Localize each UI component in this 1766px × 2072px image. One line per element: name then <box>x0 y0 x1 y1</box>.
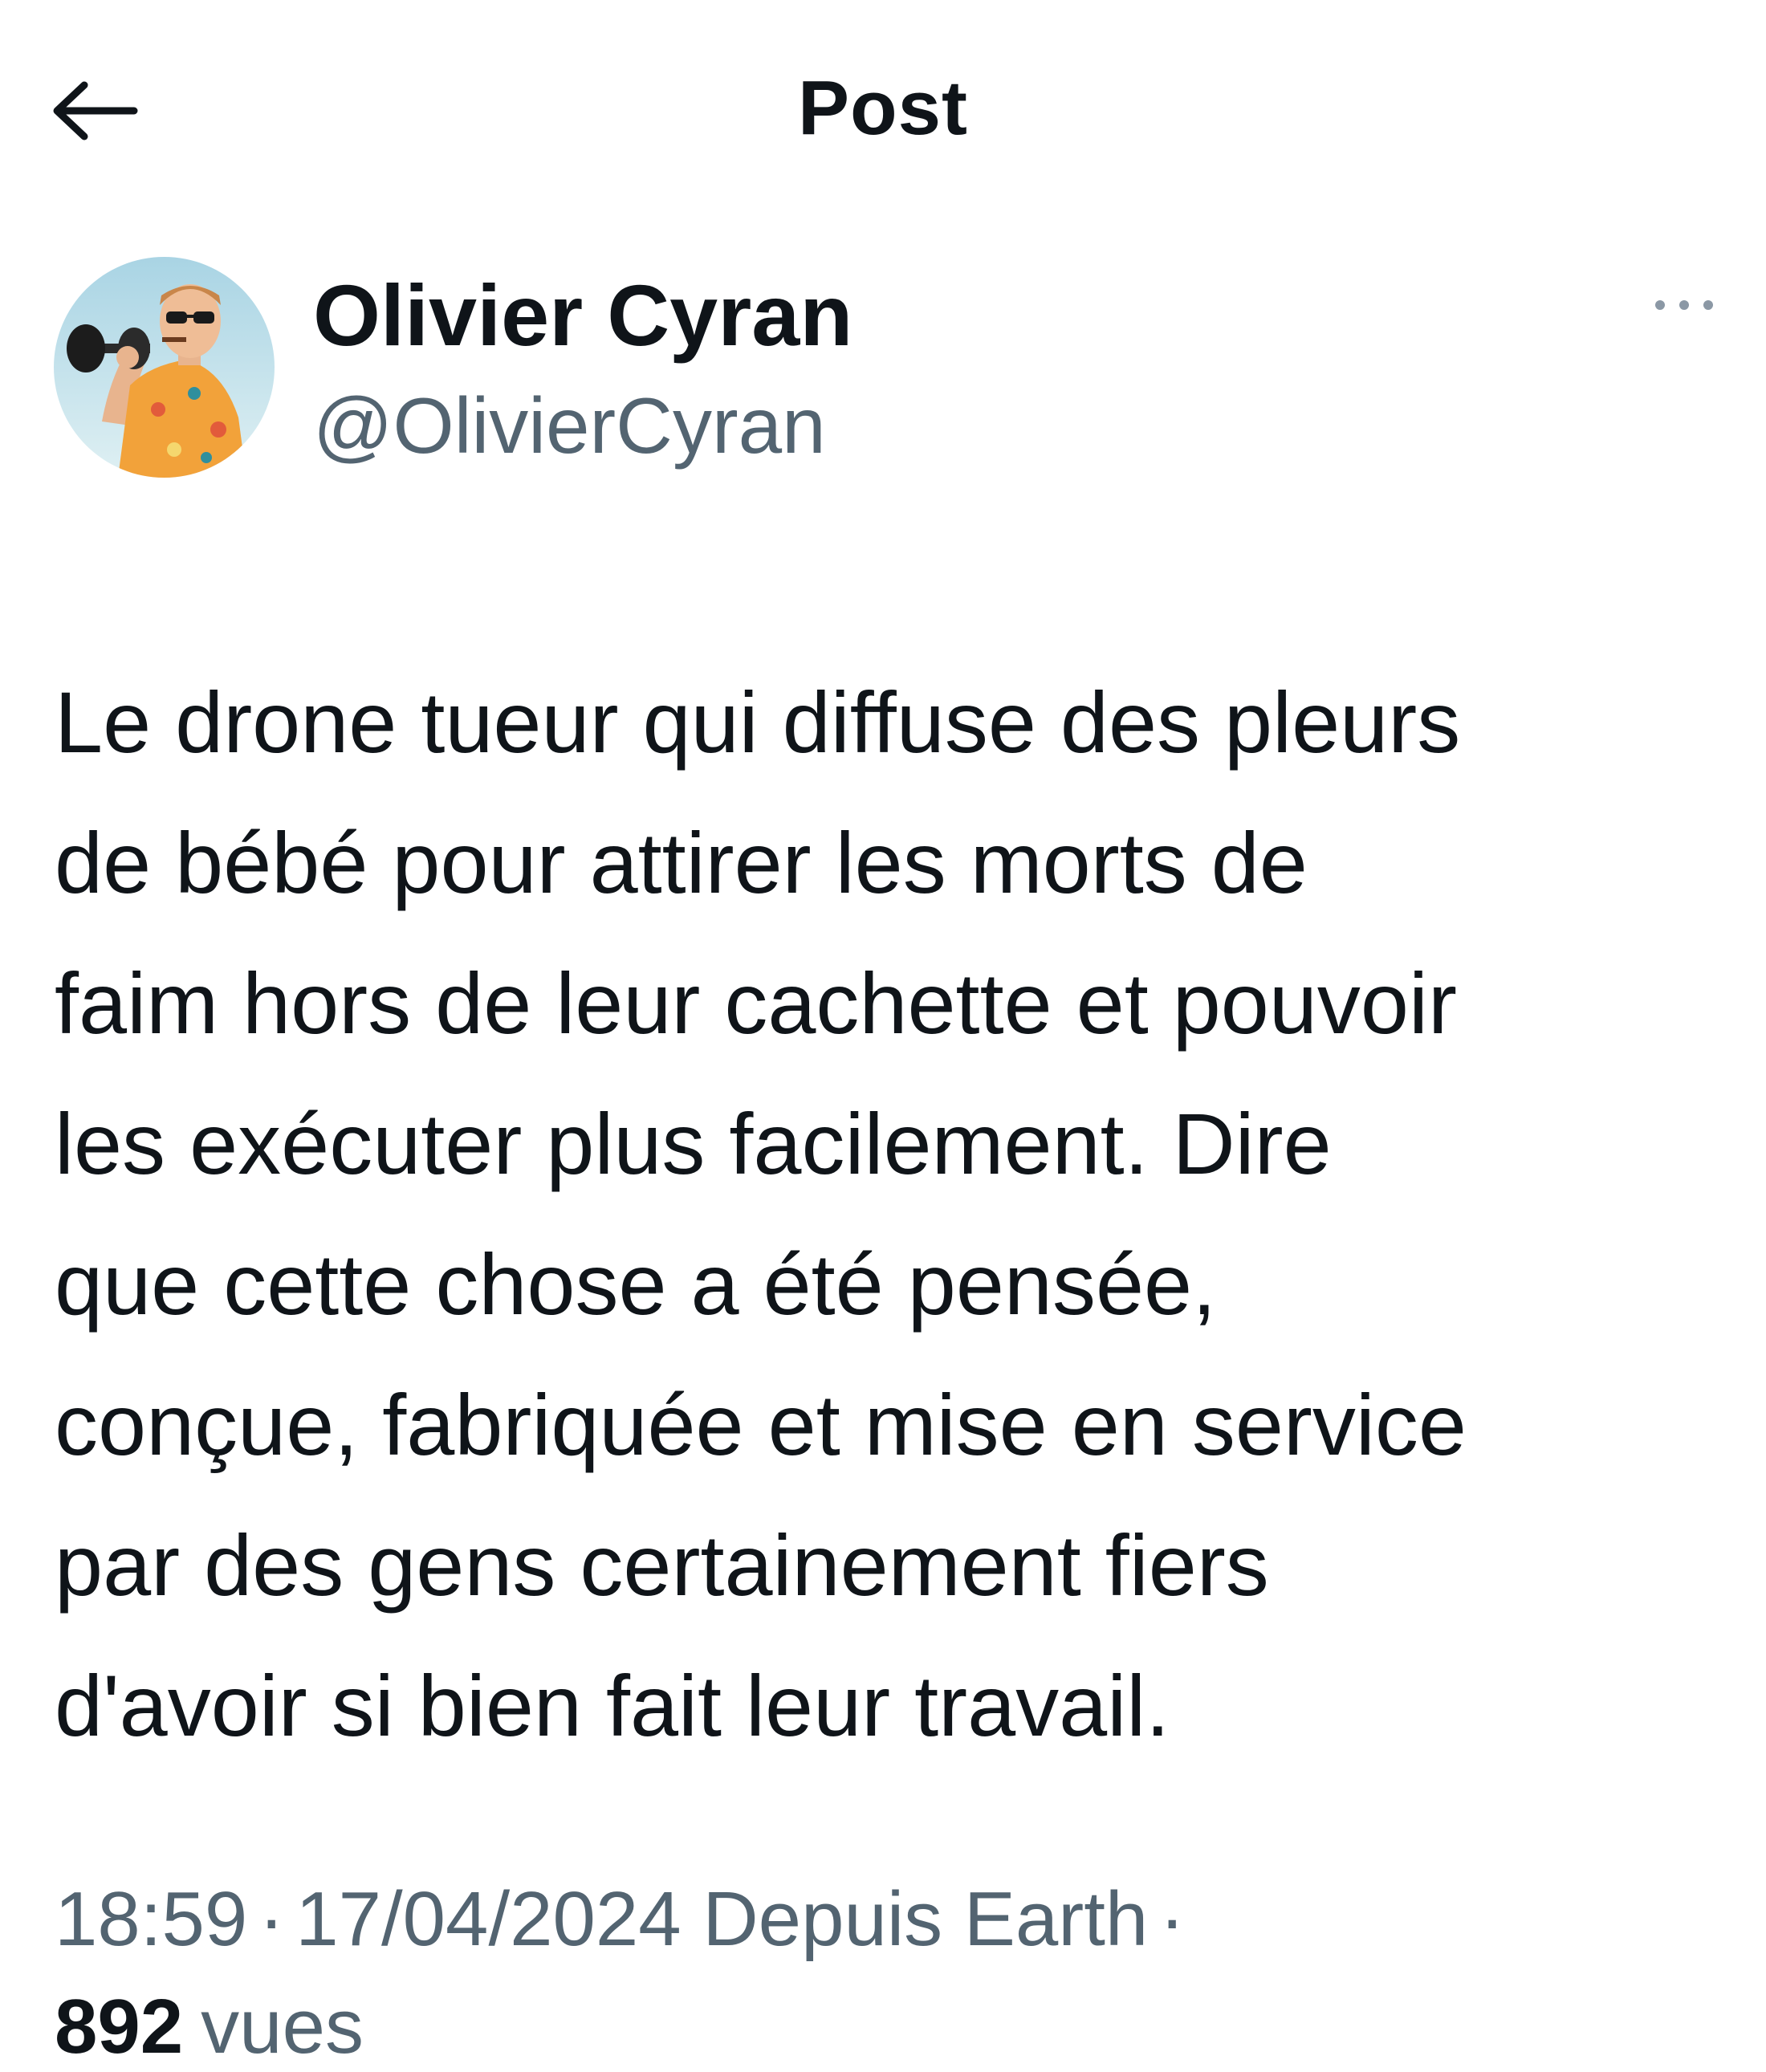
post-text: Le drone tueur qui diffuse des pleurs de… <box>55 674 1467 1754</box>
more-horizontal-icon <box>1654 300 1713 310</box>
author-row: Olivier Cyran @OlivierCyran <box>0 257 1766 490</box>
avatar[interactable] <box>54 257 275 478</box>
views-label: vues <box>201 1984 364 2070</box>
post-time[interactable]: 18:59 <box>55 1876 247 1962</box>
top-bar: Post <box>0 0 1766 217</box>
meta-separator-2: · <box>1159 1876 1186 1962</box>
page-title: Post <box>797 65 969 151</box>
post-views: 892 vues <box>55 1983 364 2071</box>
more-options-button[interactable] <box>1642 277 1726 333</box>
avatar-image <box>54 257 275 478</box>
views-count: 892 <box>55 1984 184 2070</box>
meta-separator: · <box>258 1876 285 1962</box>
post-date[interactable]: 17/04/2024 <box>295 1876 681 1962</box>
author-handle[interactable]: @OlivierCyran <box>313 377 826 474</box>
post-metadata: 18:59 · 17/04/2024 Depuis Earth · <box>55 1869 1196 1969</box>
author-display-name[interactable]: Olivier Cyran <box>313 265 852 365</box>
post-source: Depuis Earth <box>702 1876 1149 1962</box>
